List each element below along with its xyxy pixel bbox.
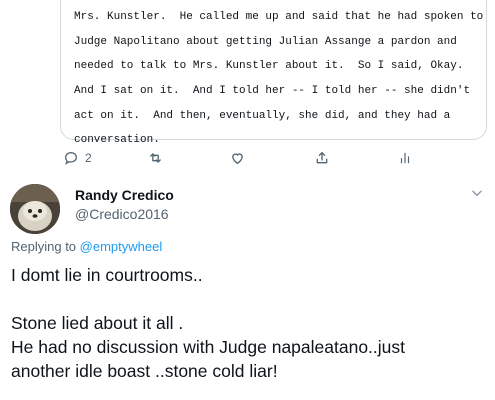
reply-button[interactable]: 2 [63,148,92,168]
tweet-line: another idle boast ..stone cold liar! [11,361,278,381]
share-icon [314,150,330,166]
author-handle[interactable]: @Credico2016 [75,206,169,222]
replying-to-label: Replying to [11,239,80,254]
tweet-line: I domt lie in courtrooms.. [11,265,203,285]
like-icon [229,150,246,166]
analytics-icon [398,150,412,166]
replying-to: Replying to @emptywheel [11,239,162,254]
tweet-actions-bar: 2 [60,148,480,168]
tweet-text: I domt lie in courtrooms.. Stone lied ab… [11,263,491,383]
quoted-line: act on it. And then, eventually, she did… [74,109,451,122]
quoted-line: needed to talk to Mrs. Kunstler about it… [74,60,464,73]
more-options-button[interactable] [470,186,484,205]
quoted-transcript: Mrs. Kunstler. He called me up and said … [74,5,484,153]
share-button[interactable] [314,148,330,168]
author-name[interactable]: Randy Credico [75,187,174,203]
analytics-button[interactable] [398,148,412,168]
tweet-line: He had no discussion with Judge napaleat… [11,337,406,357]
replying-to-mention[interactable]: @emptywheel [80,239,163,254]
quoted-line: Mrs. Kunstler. He called me up and said … [74,11,484,23]
retweet-icon [147,150,164,166]
reply-icon [63,150,79,166]
quoted-line: Judge Napolitano about getting Julian As… [74,35,457,48]
chevron-down-icon [470,187,484,204]
reply-count: 2 [85,151,92,165]
like-button[interactable] [229,148,246,168]
avatar[interactable] [10,184,60,234]
quoted-transcript-card[interactable]: Mrs. Kunstler. He called me up and said … [60,0,487,146]
retweet-button[interactable] [147,148,164,168]
tweet-line: Stone lied about it all . [11,313,184,333]
quoted-line: And I sat on it. And I told her -- I tol… [74,85,471,98]
